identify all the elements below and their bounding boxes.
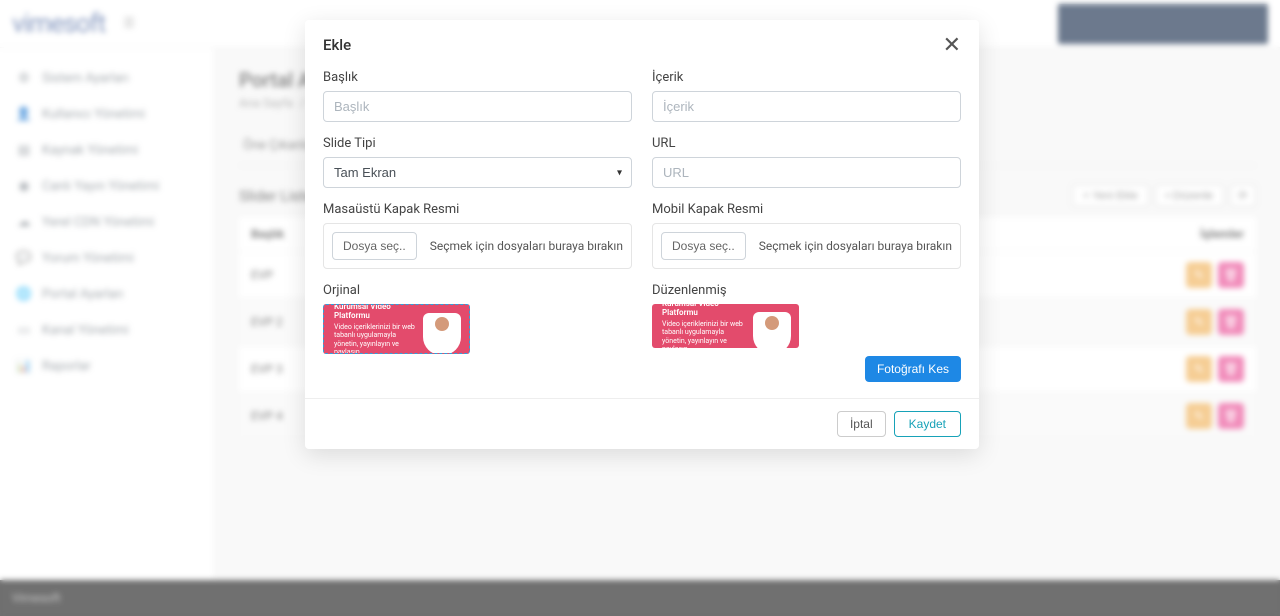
edited-thumbnail[interactable]: Kurumsal Video Platformu Video içerikler… — [652, 304, 799, 348]
mobile-file-button[interactable]: Dosya seç.. — [661, 232, 746, 260]
crop-photo-button[interactable]: Fotoğrafı Kes — [865, 356, 961, 382]
slide-tipi-label: Slide Tipi — [323, 136, 632, 151]
mobile-dropzone[interactable]: Dosya seç.. Seçmek için dosyaları buraya… — [652, 223, 961, 269]
baslik-input[interactable] — [323, 91, 632, 122]
mobile-drop-text: Seçmek için dosyaları buraya bırakın — [758, 239, 952, 253]
icerik-input[interactable] — [652, 91, 961, 122]
save-button[interactable]: Kaydet — [894, 411, 961, 437]
original-thumb-label: Orjinal — [323, 283, 632, 298]
close-icon: ✕ — [943, 32, 961, 57]
banner-sub: Video içeriklerinizi bir web tabanlı uyg… — [662, 320, 746, 348]
cancel-button[interactable]: İptal — [837, 411, 886, 437]
add-slider-modal: Ekle ✕ Başlık İçerik Slide Tipi Tam Ekra… — [305, 20, 979, 449]
url-input[interactable] — [652, 157, 961, 188]
baslik-label: Başlık — [323, 70, 632, 85]
banner-title: Kurumsal Video Platformu — [662, 304, 746, 318]
mobile-cover-label: Mobil Kapak Resmi — [652, 202, 961, 217]
edited-thumb-label: Düzenlenmiş — [652, 283, 961, 298]
icerik-label: İçerik — [652, 70, 961, 85]
person-image-icon — [423, 313, 461, 354]
person-image-icon — [753, 312, 791, 348]
banner-title: Kurumsal Video Platformu — [334, 304, 418, 321]
desktop-cover-label: Masaüstü Kapak Resmi — [323, 202, 632, 217]
slide-type-select[interactable]: Tam Ekran — [323, 157, 632, 188]
banner-sub: Video içeriklerinizi bir web tabanlı uyg… — [334, 323, 418, 354]
desktop-drop-text: Seçmek için dosyaları buraya bırakın — [429, 239, 623, 253]
original-thumbnail[interactable]: Kurumsal Video Platformu Video içerikler… — [323, 304, 470, 354]
modal-close-button[interactable]: ✕ — [943, 34, 961, 56]
url-label: URL — [652, 136, 961, 151]
modal-title: Ekle — [323, 36, 351, 54]
desktop-file-button[interactable]: Dosya seç.. — [332, 232, 417, 260]
desktop-dropzone[interactable]: Dosya seç.. Seçmek için dosyaları buraya… — [323, 223, 632, 269]
